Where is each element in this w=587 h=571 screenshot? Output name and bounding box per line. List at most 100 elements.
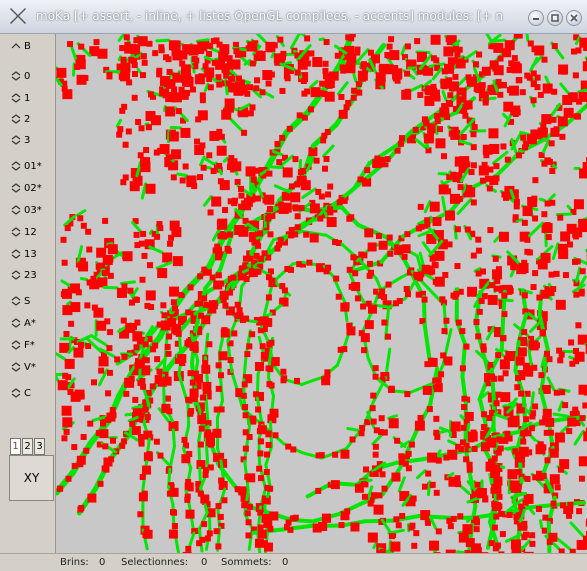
map-edge: [56, 352, 67, 361]
map-dart: [242, 445, 249, 452]
map-dart: [470, 162, 477, 169]
map-dart: [293, 377, 300, 384]
map-dart: [274, 140, 281, 147]
map-dart: [120, 56, 127, 63]
map-dart: [405, 465, 412, 472]
map-dart: [527, 370, 534, 377]
sidebar-item-3[interactable]: 2: [11, 111, 30, 127]
map-dart: [381, 485, 388, 492]
sidebar-item-2[interactable]: 1: [11, 90, 30, 106]
map-dart: [504, 40, 515, 51]
map-dart: [532, 270, 539, 277]
map-dart: [255, 51, 266, 62]
sidebar-item-8[interactable]: 12: [11, 224, 37, 240]
sidebar-item-4[interactable]: 3: [11, 132, 30, 148]
map-dart: [215, 272, 222, 279]
map-dart: [438, 371, 445, 378]
sidebar-item-1[interactable]: 0: [11, 68, 30, 84]
map-dart: [417, 54, 424, 61]
sidebar-item-0[interactable]: B: [11, 38, 31, 54]
map-viewport[interactable]: [56, 34, 587, 553]
map-dart: [84, 302, 91, 309]
map-edge: [400, 44, 407, 56]
map-dart: [465, 74, 472, 81]
map-edge: [102, 285, 119, 290]
map-canvas[interactable]: [56, 34, 587, 553]
map-dart: [254, 77, 261, 84]
map-dart: [521, 292, 528, 299]
map-dart: [281, 287, 288, 294]
map-dart: [372, 443, 379, 450]
close-button[interactable]: [566, 10, 582, 26]
map-dart: [529, 413, 536, 420]
map-dart: [494, 542, 501, 549]
sidebar-item-15[interactable]: C: [11, 385, 31, 401]
map-edge: [199, 155, 206, 167]
map-dart: [429, 540, 440, 551]
map-dart: [257, 475, 264, 482]
map-dart: [119, 45, 126, 52]
map-dart: [152, 50, 159, 57]
map-dart: [277, 237, 284, 244]
map-dart: [414, 38, 421, 45]
map-dart: [487, 227, 494, 234]
map-dart: [434, 250, 445, 261]
map-dart: [298, 205, 305, 212]
minimize-button[interactable]: [528, 10, 544, 26]
map-dart: [546, 538, 553, 545]
map-dart: [197, 441, 204, 448]
map-edge: [551, 242, 560, 261]
sidebar-item-9[interactable]: 13: [11, 246, 37, 262]
map-dart: [108, 456, 115, 463]
sidebar-item-12[interactable]: A*: [11, 315, 36, 331]
map-dart: [541, 527, 548, 534]
map-dart: [129, 420, 136, 427]
map-dart: [337, 346, 344, 353]
tab-2[interactable]: 2: [22, 438, 33, 455]
sidebar-item-14[interactable]: V*: [11, 359, 36, 375]
sidebar-item-13[interactable]: F*: [11, 337, 35, 353]
sidebar-item-label: 12: [24, 226, 37, 238]
tab-3[interactable]: 3: [34, 438, 45, 455]
map-edge: [426, 480, 432, 497]
map-dart: [139, 378, 146, 385]
map-dart: [365, 300, 372, 307]
map-dart: [372, 365, 379, 372]
map-dart: [215, 543, 222, 550]
map-dart: [106, 345, 113, 352]
sidebar-item-6[interactable]: 02*: [11, 180, 42, 196]
map-dart: [476, 488, 487, 499]
map-dart: [87, 420, 94, 427]
map-dart: [392, 300, 399, 307]
sidebar-item-11[interactable]: S: [11, 293, 30, 309]
map-dart: [372, 471, 379, 478]
sidebar-item-10[interactable]: 23: [11, 267, 37, 283]
sidebar-item-5[interactable]: 01*: [11, 158, 42, 174]
map-dart: [182, 44, 193, 55]
map-dart: [404, 291, 411, 298]
chevron-up-icon: [11, 43, 21, 49]
maximize-button[interactable]: [547, 10, 563, 26]
map-dart: [529, 540, 536, 547]
sidebar-item-7[interactable]: 03*: [11, 202, 42, 218]
map-dart: [351, 282, 361, 292]
map-edge: [568, 355, 575, 360]
map-dart: [221, 232, 228, 239]
map-dart: [367, 500, 374, 507]
xy-view-button[interactable]: XY: [9, 455, 54, 501]
map-edge: [527, 349, 533, 367]
map-edge: [501, 112, 510, 121]
map-dart: [170, 299, 177, 306]
map-dart: [405, 450, 412, 457]
map-dart: [292, 204, 299, 211]
map-dart: [241, 381, 248, 388]
map-dart: [122, 141, 129, 148]
map-dart: [102, 254, 113, 265]
map-dart: [332, 239, 339, 246]
map-edge: [155, 38, 171, 43]
title-bar[interactable]: moKa [+ assert, - inline, + listes OpenG…: [0, 0, 587, 34]
map-dart: [227, 158, 238, 169]
map-dart: [259, 343, 266, 350]
map-dart: [433, 383, 443, 393]
tab-1[interactable]: 1: [10, 438, 21, 455]
